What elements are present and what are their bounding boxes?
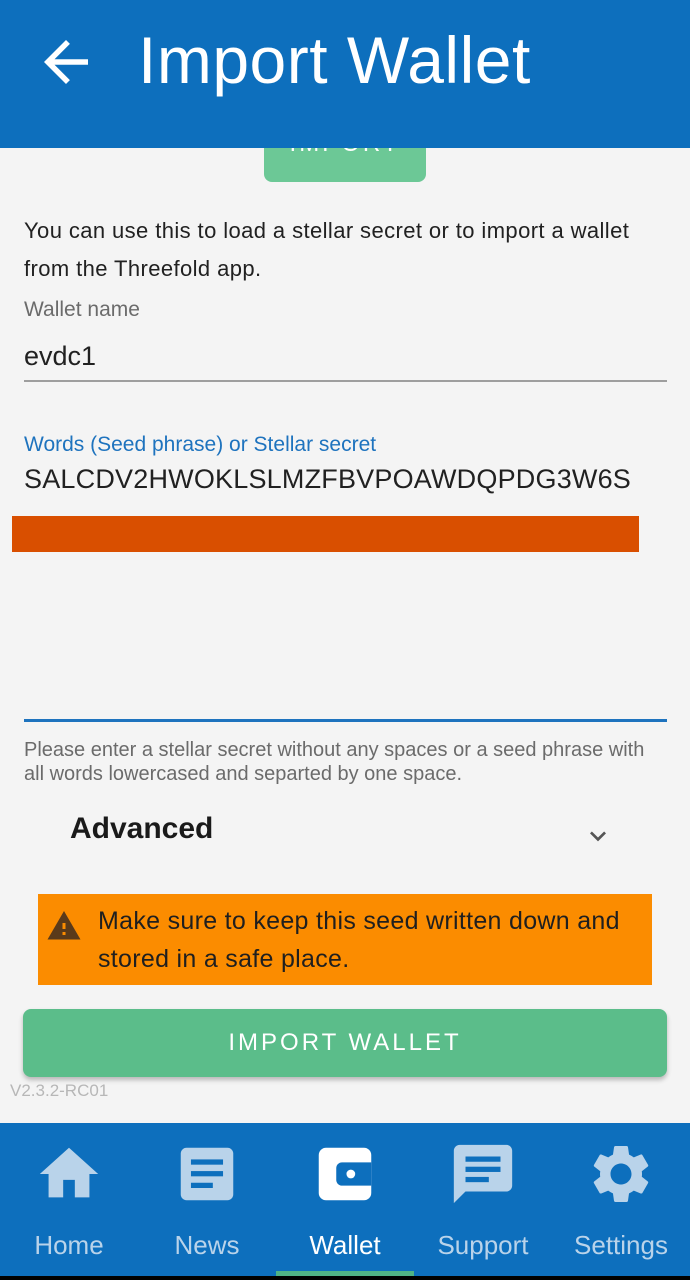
home-icon — [39, 1147, 99, 1198]
seed-phrase-label: Words (Seed phrase) or Stellar secret — [24, 433, 377, 456]
import-wallet-button[interactable]: IMPORT WALLET — [23, 1009, 667, 1077]
advanced-expander[interactable]: Advanced — [0, 798, 690, 868]
wallet-icon — [318, 1147, 372, 1201]
nav-wallet-label: Wallet — [309, 1230, 381, 1260]
seed-phrase-input[interactable]: SALCDV2HWOKLSLMZFBVPOAWDQPDG3W6S — [24, 464, 631, 495]
intro-text: You can use this to load a stellar secre… — [24, 218, 630, 281]
warning-banner: Make sure to keep this seed written down… — [38, 894, 652, 985]
version-label: V2.3.2-RC01 — [10, 1081, 109, 1100]
back-button[interactable] — [30, 26, 102, 98]
nav-support-label: Support — [437, 1230, 529, 1260]
wallet-name-input[interactable] — [24, 332, 667, 382]
redaction-bar — [12, 516, 639, 552]
warning-text: Make sure to keep this seed written down… — [98, 907, 620, 973]
arrow-left-icon — [44, 40, 88, 84]
bottom-navigation: Home News Wallet Support Settings — [0, 1123, 690, 1280]
page-title: Import Wallet — [138, 23, 531, 97]
seed-input-underline — [24, 719, 667, 722]
import-tab-label: IMPORT — [290, 148, 401, 157]
nav-wallet[interactable]: Wallet — [276, 1123, 414, 1280]
nav-news-label: News — [174, 1230, 240, 1260]
app-bar: Import Wallet — [0, 0, 690, 148]
import-form: IMPORT You can use this to load a stella… — [0, 148, 690, 1123]
nav-settings[interactable]: Settings — [552, 1123, 690, 1280]
news-icon — [180, 1147, 234, 1201]
gear-icon — [593, 1146, 649, 1202]
warning-icon — [47, 911, 81, 940]
nav-home[interactable]: Home — [0, 1123, 138, 1280]
nav-home-label: Home — [34, 1230, 104, 1260]
nav-settings-label: Settings — [574, 1230, 668, 1260]
seed-hint-text: Please enter a stellar secret without an… — [24, 739, 645, 785]
advanced-label: Advanced — [70, 812, 214, 845]
import-tab[interactable]: IMPORT — [264, 148, 426, 182]
chevron-down-icon — [590, 831, 606, 842]
nav-news[interactable]: News — [138, 1123, 276, 1280]
chat-icon — [453, 1144, 513, 1204]
system-bar-edge — [0, 1276, 690, 1280]
nav-support[interactable]: Support — [414, 1123, 552, 1280]
wallet-name-label: Wallet name — [24, 298, 140, 321]
